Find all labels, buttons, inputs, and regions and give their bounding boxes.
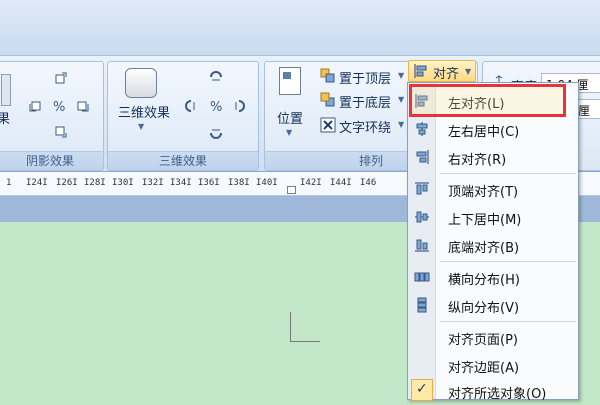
menu-separator	[440, 321, 576, 322]
menu-item-label: 左右居中(C)	[448, 125, 520, 140]
position-dropdown-icon[interactable]: ▼	[286, 128, 292, 137]
menu-item-label: 右对齐(R)	[448, 153, 507, 168]
bring-to-front-icon[interactable]	[320, 68, 336, 84]
text-wrap-label[interactable]: 文字环绕	[339, 117, 391, 136]
text-wrap-icon[interactable]	[320, 117, 336, 133]
send-to-back-label[interactable]: 置于底层	[339, 92, 391, 111]
shadow-toggle-icon[interactable]: %	[51, 98, 67, 114]
align-button[interactable]: 对齐 ▼	[408, 60, 476, 82]
checkmark-highlight: ✓	[411, 379, 433, 401]
ruler-tick: I46	[360, 178, 377, 188]
ruler-tick: I44I	[330, 178, 352, 188]
position-icon[interactable]	[279, 67, 301, 95]
align-middle-icon	[415, 211, 429, 223]
threed-effects-button-label[interactable]: 三维效果	[118, 102, 170, 121]
nudge-shadow-up-icon[interactable]	[53, 70, 69, 86]
menu-item-label: 对齐所选对象(O)	[448, 387, 547, 402]
tilt-right-icon[interactable]	[232, 98, 248, 114]
shadow-preview-icon[interactable]	[1, 74, 11, 106]
menu-separator	[440, 173, 576, 174]
annotation-highlight-box	[409, 84, 566, 117]
checkmark-icon: ✓	[416, 381, 428, 397]
menu-item-label: 对齐页面(P)	[448, 333, 518, 348]
send-to-back-dropdown-icon[interactable]: ▼	[398, 95, 404, 104]
menu-item-align-center[interactable]: 左右居中(C)	[408, 115, 578, 143]
nudge-shadow-left-icon[interactable]	[27, 98, 43, 114]
bring-to-front-dropdown-icon[interactable]: ▼	[398, 71, 404, 80]
menu-separator	[440, 261, 576, 262]
menu-item-label: 对齐边距(A)	[448, 361, 520, 376]
menu-item-align-bottom[interactable]: 底端对齐(B)	[408, 231, 578, 259]
menu-item-label: 横向分布(H)	[448, 273, 520, 288]
menu-item-label: 纵向分布(V)	[448, 301, 520, 316]
menu-item-label: 底端对齐(B)	[448, 241, 520, 256]
menu-item-distribute-horizontal[interactable]: 横向分布(H)	[408, 263, 578, 291]
shadow-effects-group-label: 阴影效果	[0, 151, 103, 170]
ruler-tick: I26I	[56, 178, 78, 188]
nudge-shadow-right-icon[interactable]	[75, 98, 91, 114]
menu-item-label: 顶端对齐(T)	[448, 185, 519, 200]
svg-text:%: %	[210, 100, 222, 114]
ruler-tick: I40I	[256, 178, 278, 188]
menu-item-label: 上下居中(M)	[448, 213, 522, 228]
ruler-tick: I28I	[84, 178, 106, 188]
align-top-icon	[415, 182, 429, 195]
svg-text:%: %	[53, 100, 65, 114]
threed-effects-group: 三维效果 ▼ % 三维效果	[107, 61, 259, 171]
threed-effects-group-label: 三维效果	[108, 151, 258, 170]
width-value: 厘	[578, 104, 591, 118]
align-dropdown-icon: ▼	[465, 67, 472, 76]
menu-item-align-top[interactable]: 顶端对齐(T)	[408, 175, 578, 203]
ruler-tick: I34I	[170, 178, 192, 188]
tilt-up-icon[interactable]	[208, 68, 224, 84]
title-bar	[0, 0, 600, 55]
shadow-effects-button-label[interactable]: 果	[0, 108, 10, 127]
align-right-icon	[416, 150, 429, 164]
text-wrap-dropdown-icon[interactable]: ▼	[398, 120, 404, 129]
ruler-tick: I30I	[112, 178, 134, 188]
shadow-effects-group: 果 % 阴影效果	[0, 61, 104, 171]
ruler-tick: I36I	[198, 178, 220, 188]
ruler-tick: 1	[6, 178, 12, 188]
threed-toggle-icon[interactable]: %	[208, 98, 224, 114]
ruler-tick: I42I	[300, 178, 322, 188]
ruler-tick: I38I	[228, 178, 250, 188]
menu-item-align-selected[interactable]: ✓ 对齐所选对象(O)	[408, 377, 578, 405]
bring-to-front-label[interactable]: 置于顶层	[339, 68, 391, 87]
align-icon	[414, 64, 427, 78]
ruler-tick: I24I	[26, 178, 48, 188]
ruler-tick: I32I	[142, 178, 164, 188]
nudge-shadow-down-icon[interactable]	[53, 124, 69, 140]
align-button-label: 对齐	[433, 67, 460, 82]
menu-item-align-middle[interactable]: 上下居中(M)	[408, 203, 578, 231]
menu-item-align-right[interactable]: 右对齐(R)	[408, 143, 578, 171]
threed-effects-icon[interactable]	[125, 68, 157, 98]
align-center-icon	[416, 122, 428, 136]
align-bottom-icon	[415, 239, 429, 252]
distribute-vertical-icon	[417, 297, 427, 313]
align-dropdown-menu: 左对齐(L) 左右居中(C) 右对齐(R) 顶端对齐(T) 上下居中(M) 底端…	[407, 82, 579, 402]
margin-corner-mark	[290, 312, 320, 342]
send-to-back-icon[interactable]	[320, 92, 336, 108]
menu-item-distribute-vertical[interactable]: 纵向分布(V)	[408, 291, 578, 319]
menu-item-align-page[interactable]: 对齐页面(P)	[408, 323, 578, 351]
distribute-horizontal-icon	[414, 272, 430, 282]
threed-effects-dropdown-icon[interactable]: ▼	[138, 122, 144, 131]
position-button-label[interactable]: 位置	[277, 108, 303, 127]
menu-item-align-margin[interactable]: 对齐边距(A)	[408, 351, 578, 379]
indent-marker[interactable]	[287, 186, 296, 194]
tilt-down-icon[interactable]	[208, 126, 224, 142]
tilt-left-icon[interactable]	[182, 98, 198, 114]
